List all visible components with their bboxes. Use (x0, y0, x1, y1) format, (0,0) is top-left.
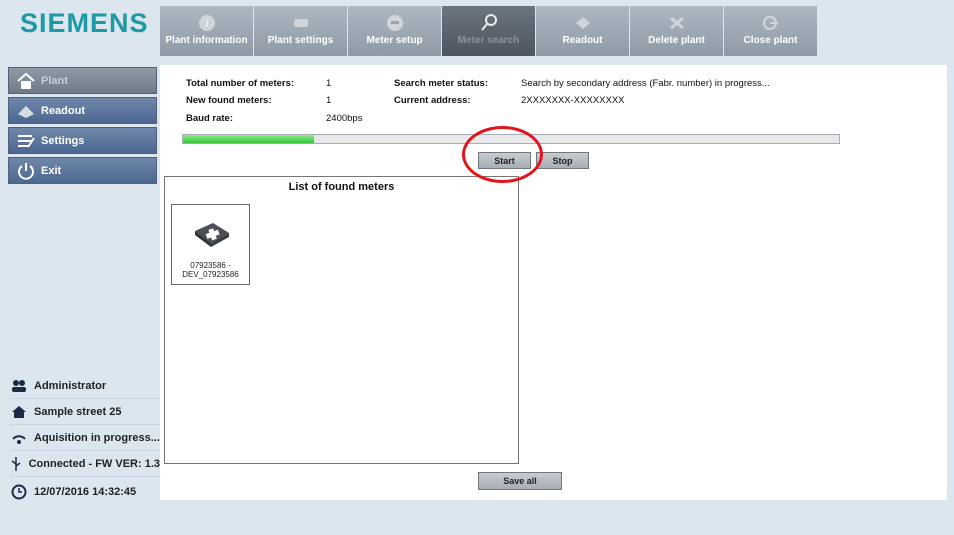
status-connection-text: Connected - FW VER: 1.3 (28, 458, 160, 470)
tab-label: Delete plant (648, 35, 705, 46)
meter-dev-line: DEV_07923586 (182, 270, 239, 279)
baud-rate-value: 2400bps (326, 113, 363, 124)
readout-icon (573, 15, 593, 31)
home-icon (15, 71, 37, 91)
total-meters-label: Total number of meters: (186, 78, 295, 89)
new-found-value: 1 (326, 95, 332, 106)
highlight-circle (462, 126, 543, 183)
readout-icon (15, 101, 37, 121)
home-icon (10, 405, 28, 419)
usb-icon (10, 456, 23, 472)
sidebar-item-label: Exit (41, 164, 62, 177)
meter-id-line: 07923586 - (190, 261, 231, 270)
status-acquisition: Aquisition in progress... (10, 426, 160, 451)
tab-readout[interactable]: Readout (536, 6, 629, 56)
siemens-logo: SIEMENS (20, 8, 149, 38)
signal-icon (10, 431, 28, 445)
tab-close-plant[interactable]: Close plant (724, 6, 817, 56)
status-user-text: Administrator (34, 380, 107, 392)
meter-device-icon (193, 219, 231, 254)
sidebar-item-settings[interactable]: Settings (8, 127, 157, 154)
tab-label: Meter setup (366, 35, 423, 46)
meter-tile[interactable]: 07923586 - DEV_07923586 (171, 204, 250, 285)
sidebar-item-label: Plant (41, 74, 68, 87)
settings-icon (291, 15, 311, 31)
clock-icon (10, 484, 28, 500)
found-meters-list: List of found meters 07923586 - DEV_0792… (164, 176, 519, 464)
search-icon (479, 14, 499, 31)
meter-label: 07923586 - DEV_07923586 (172, 261, 249, 279)
status-connection: Connected - FW VER: 1.3 (10, 452, 160, 477)
current-address-label: Current address: (394, 95, 471, 106)
save-all-button[interactable]: Save all (478, 472, 562, 490)
progress-fill (183, 135, 315, 143)
sidebar-item-label: Settings (41, 134, 85, 147)
tab-plant-information[interactable]: i Plant information (160, 6, 253, 56)
status-acquisition-text: Aquisition in progress... (34, 432, 160, 444)
settings-icon (15, 131, 37, 151)
search-status-label: Search meter status: (394, 78, 488, 89)
tab-meter-search[interactable]: Meter search (442, 6, 535, 56)
sidebar-item-readout[interactable]: Readout (8, 97, 157, 124)
tab-plant-settings[interactable]: Plant settings (254, 6, 347, 56)
status-address-text: Sample street 25 (34, 406, 122, 418)
close-icon (761, 15, 781, 31)
tab-label: Plant settings (267, 35, 334, 46)
tab-meter-setup[interactable]: Meter setup (348, 6, 441, 56)
tab-delete-plant[interactable]: Delete plant (630, 6, 723, 56)
tab-label: Meter search (457, 35, 520, 46)
tab-label: Readout (562, 35, 603, 46)
sidebar-item-exit[interactable]: Exit (8, 157, 157, 184)
stop-button[interactable]: Stop (536, 152, 589, 169)
search-status-value: Search by secondary address (Fabr. numbe… (521, 78, 770, 89)
status-datetime: 12/07/2016 14:32:45 (10, 480, 160, 504)
total-meters-value: 1 (326, 78, 332, 89)
status-datetime-text: 12/07/2016 14:32:45 (34, 486, 137, 498)
tab-label: Plant information (165, 35, 248, 46)
current-address-value: 2XXXXXXX-XXXXXXXX (521, 95, 625, 106)
baud-rate-label: Baud rate: (186, 113, 233, 124)
meter-icon (385, 15, 405, 31)
found-meters-title: List of found meters (288, 181, 395, 193)
info-icon: i (197, 15, 217, 31)
delete-icon (667, 15, 687, 31)
power-icon (15, 161, 37, 181)
status-user: Administrator (10, 374, 160, 399)
svg-text:i: i (205, 18, 208, 30)
new-found-label: New found meters: (186, 95, 272, 106)
users-icon (10, 379, 28, 393)
sidebar-item-label: Readout (41, 104, 85, 117)
status-address: Sample street 25 (10, 400, 160, 425)
tab-label: Close plant (743, 35, 798, 46)
sidebar-item-plant[interactable]: Plant (8, 67, 157, 94)
top-tab-bar: i Plant information Plant settings Meter… (160, 6, 818, 56)
